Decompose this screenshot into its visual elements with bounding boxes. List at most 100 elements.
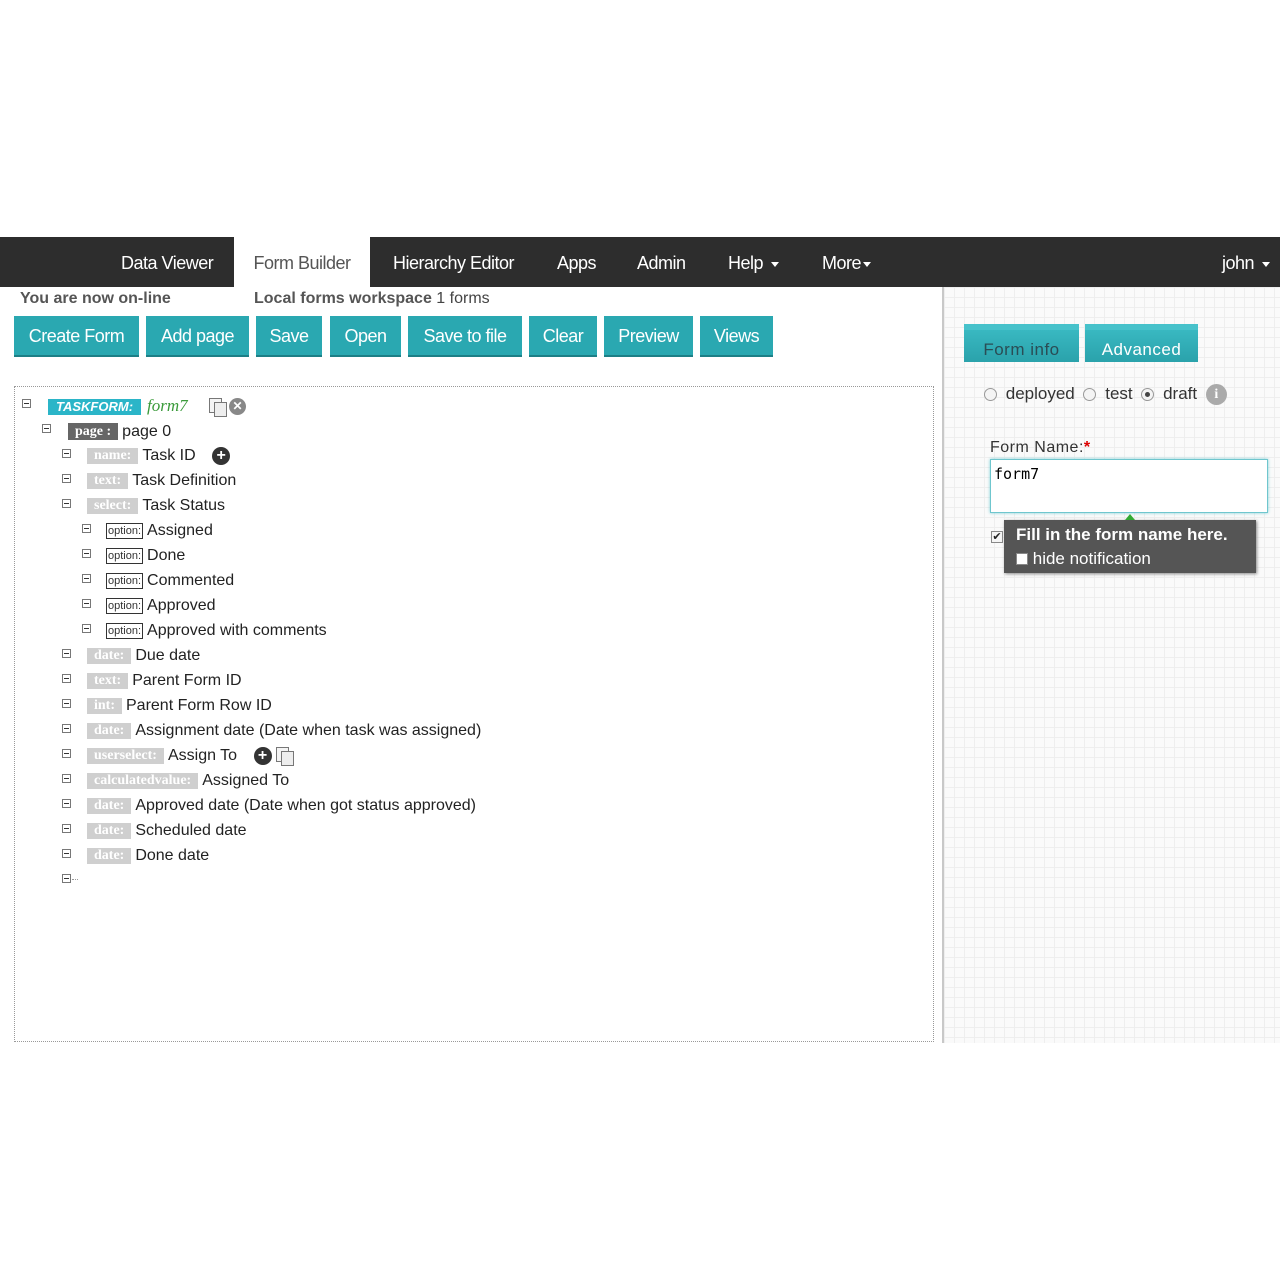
tree-field-row[interactable]: date: Scheduled date	[87, 820, 247, 842]
chevron-down-icon	[771, 261, 780, 267]
tab-form-info[interactable]: Form info	[964, 324, 1079, 362]
preview-button[interactable]: Preview	[604, 316, 693, 357]
collapse-toggle-icon[interactable]	[82, 599, 91, 608]
tree-option-row[interactable]: option: Done	[106, 545, 185, 567]
clear-button[interactable]: Clear	[529, 316, 597, 357]
tree-option-row[interactable]: option: Commented	[106, 570, 234, 592]
field-label: Task ID	[142, 447, 196, 464]
tree-option-row[interactable]: option: Assigned	[106, 520, 213, 542]
hide-notification-checkbox[interactable]	[1016, 553, 1028, 565]
option-label: Approved with comments	[147, 622, 327, 639]
collapse-toggle-icon[interactable]	[82, 549, 91, 558]
field-type-badge: date:	[87, 847, 132, 864]
field-type-badge: text:	[87, 472, 129, 489]
tab-advanced[interactable]: Advanced	[1085, 324, 1198, 362]
tree-connector	[72, 879, 78, 880]
radio-deployed[interactable]	[984, 388, 997, 402]
tree-field-row[interactable]: date: Done date	[87, 845, 209, 867]
tree-option-row[interactable]: option: Approved with comments	[106, 620, 327, 642]
tree-option-row[interactable]: option: Approved	[106, 595, 216, 617]
collapse-toggle-icon[interactable]	[62, 824, 71, 833]
create-form-button[interactable]: Create Form	[14, 316, 139, 357]
collapse-toggle-icon[interactable]	[62, 474, 71, 483]
delete-icon[interactable]: ✕	[229, 398, 247, 416]
tree-page-row[interactable]: page : page 0	[68, 421, 171, 443]
collapse-toggle-icon[interactable]	[82, 624, 91, 633]
nav-data-viewer[interactable]: Data Viewer	[121, 237, 214, 287]
add-icon[interactable]: +	[253, 746, 272, 765]
tooltip-title: Fill in the form name here.	[1016, 525, 1228, 544]
nav-more[interactable]: More	[822, 237, 872, 287]
collapse-toggle-icon[interactable]	[82, 524, 91, 533]
tree-field-row[interactable]: calculatedvalue: Assigned To	[87, 770, 289, 792]
user-menu[interactable]: john	[1222, 237, 1271, 287]
collapse-toggle-icon[interactable]	[42, 424, 51, 433]
collapse-toggle-icon[interactable]	[62, 799, 71, 808]
copy-icon[interactable]	[275, 746, 294, 766]
collapse-toggle-icon[interactable]	[62, 849, 71, 858]
collapse-toggle-icon[interactable]	[82, 574, 91, 583]
tree-field-row[interactable]: name: Task ID +	[87, 445, 231, 467]
top-navbar: Data Viewer Form Builder Hierarchy Edito…	[0, 237, 1280, 288]
chevron-down-icon	[863, 261, 872, 267]
nav-admin[interactable]: Admin	[637, 237, 686, 287]
field-type-badge: calculatedvalue:	[87, 772, 199, 789]
page-badge: page :	[68, 423, 119, 441]
field-type-badge: date:	[87, 647, 132, 664]
collapse-toggle-icon[interactable]	[62, 724, 71, 733]
tree-root-row[interactable]: TASKFORM: form7 ✕	[48, 395, 247, 417]
hide-notification: hide notification	[1016, 549, 1151, 569]
nav-apps[interactable]: Apps	[557, 237, 597, 287]
collapse-toggle-icon[interactable]	[62, 649, 71, 658]
add-page-button[interactable]: Add page	[146, 316, 249, 357]
form-name-node: form7	[147, 396, 188, 415]
collapse-toggle-icon[interactable]	[62, 699, 71, 708]
save-button[interactable]: Save	[256, 316, 322, 357]
views-button[interactable]: Views	[700, 316, 773, 357]
tree-field-row[interactable]: select: Task Status	[87, 495, 225, 517]
collapse-toggle-icon[interactable]	[62, 774, 71, 783]
collapse-toggle-icon[interactable]	[62, 499, 71, 508]
option-badge: option:	[106, 597, 144, 614]
field-label: Parent Form ID	[132, 672, 242, 689]
form-name-input[interactable]: form7	[990, 459, 1268, 513]
info-icon[interactable]: i	[1205, 384, 1227, 406]
add-icon[interactable]: +	[212, 446, 231, 465]
collapse-toggle-icon[interactable]	[62, 674, 71, 683]
open-button[interactable]: Open	[330, 316, 401, 357]
page-name: page 0	[122, 423, 172, 440]
radio-draft[interactable]	[1141, 388, 1155, 402]
taskform-badge: TASKFORM:	[48, 398, 142, 415]
tree-field-row[interactable]: int: Parent Form Row ID	[87, 695, 272, 717]
collapse-toggle-icon[interactable]	[62, 874, 71, 883]
field-type-badge: int:	[87, 697, 122, 714]
workspace-count: 1 forms	[436, 290, 490, 307]
tree-field-row[interactable]: date: Assignment date (Date when task was…	[87, 720, 481, 742]
radio-test[interactable]	[1083, 388, 1097, 402]
tree-field-row[interactable]: userselect: Assign To +	[87, 745, 294, 767]
nav-hierarchy-editor[interactable]: Hierarchy Editor	[393, 237, 515, 287]
nav-form-builder[interactable]: Form Builder	[234, 237, 370, 288]
field-label: Assign To	[167, 747, 238, 764]
collapse-toggle-icon[interactable]	[62, 449, 71, 458]
collapse-toggle-icon[interactable]	[62, 749, 71, 758]
tree-field-row[interactable]: date: Due date	[87, 645, 200, 667]
field-type-badge: date:	[87, 822, 132, 839]
chevron-down-icon	[1262, 261, 1271, 267]
copy-icon[interactable]	[208, 397, 227, 417]
save-to-file-button[interactable]: Save to file	[408, 316, 522, 357]
nav-help[interactable]: Help	[728, 237, 780, 287]
collapse-toggle-icon[interactable]	[22, 399, 31, 408]
option-badge: option:	[106, 522, 144, 539]
radio-test-label: test	[1105, 384, 1133, 403]
field-type-badge: text:	[87, 672, 129, 689]
tree-field-row[interactable]: text: Task Definition	[87, 470, 236, 492]
tree-field-row[interactable]: date: Approved date (Date when got status…	[87, 795, 476, 817]
notification-checkbox[interactable]: ✔	[991, 531, 1003, 543]
option-label: Done	[147, 547, 186, 564]
field-type-badge: select:	[87, 497, 139, 514]
field-type-badge: name:	[87, 447, 139, 464]
tree-field-row[interactable]: text: Parent Form ID	[87, 670, 242, 692]
field-label: Due date	[135, 647, 201, 664]
option-label: Approved	[147, 597, 216, 614]
